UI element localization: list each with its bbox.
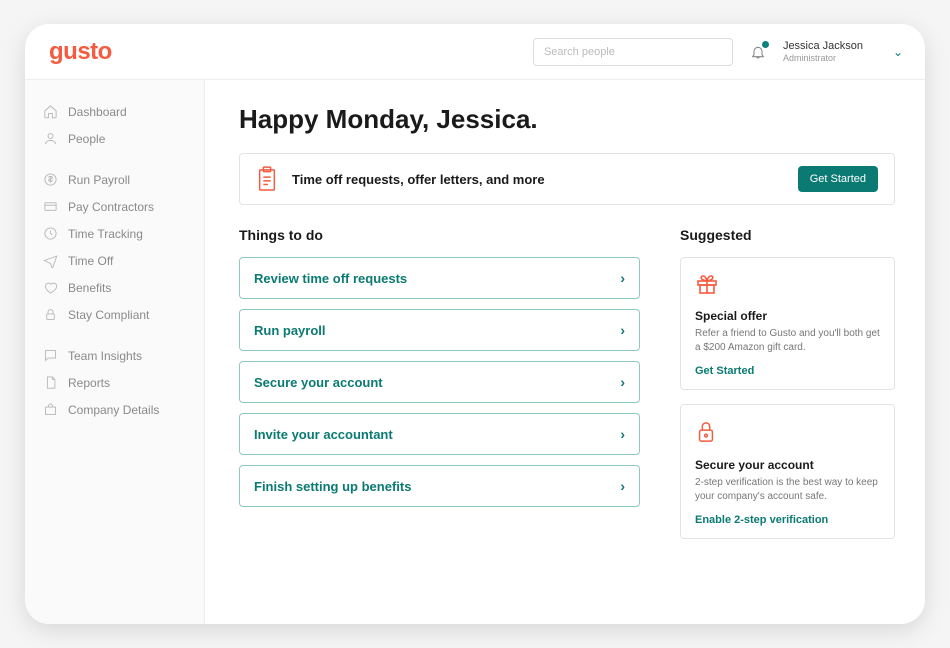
chevron-down-icon: ⌄ [889, 45, 907, 59]
doc-icon [43, 375, 58, 390]
plane-icon [43, 253, 58, 268]
nav-group-1: Dashboard People [25, 98, 204, 152]
sidebar-item-label: People [68, 132, 105, 146]
nav-group-2: Run Payroll Pay Contractors Time Trackin… [25, 166, 204, 328]
onboarding-banner: Time off requests, offer letters, and mo… [239, 153, 895, 205]
main: Happy Monday, Jessica. Time off requests… [205, 80, 925, 624]
todo-item-finish-benefits[interactable]: Finish setting up benefits › [239, 465, 640, 507]
body: Dashboard People Run Payroll Pay Contrac… [25, 80, 925, 624]
bag-icon [43, 402, 58, 417]
card-title: Secure your account [695, 458, 880, 472]
sidebar-item-label: Run Payroll [68, 173, 130, 187]
clock-icon [43, 226, 58, 241]
suggested-heading: Suggested [680, 227, 895, 243]
chevron-right-icon: › [620, 426, 625, 442]
todo-label: Invite your accountant [254, 427, 393, 442]
suggested-section: Suggested Special offer Refer a friend t… [680, 227, 895, 553]
todo-label: Secure your account [254, 375, 383, 390]
chevron-right-icon: › [620, 270, 625, 286]
sidebar-item-time-tracking[interactable]: Time Tracking [25, 220, 204, 247]
user-name: Jessica Jackson [783, 40, 873, 53]
things-to-do-heading: Things to do [239, 227, 640, 243]
sidebar-item-pay-contractors[interactable]: Pay Contractors [25, 193, 204, 220]
sidebar-item-label: Time Off [68, 254, 113, 268]
things-to-do-section: Things to do Review time off requests › … [239, 227, 640, 553]
sidebar-item-label: Benefits [68, 281, 111, 295]
heart-icon [43, 280, 58, 295]
card-link-get-started[interactable]: Get Started [695, 365, 880, 377]
page-title: Happy Monday, Jessica. [239, 104, 895, 135]
sidebar-item-reports[interactable]: Reports [25, 369, 204, 396]
user-role: Administrator [783, 53, 873, 63]
sidebar-item-team-insights[interactable]: Team Insights [25, 342, 204, 369]
card-link-enable-2step[interactable]: Enable 2-step verification [695, 514, 880, 526]
sidebar-item-dashboard[interactable]: Dashboard [25, 98, 204, 125]
sidebar-item-run-payroll[interactable]: Run Payroll [25, 166, 204, 193]
card-title: Special offer [695, 309, 880, 323]
sidebar-item-label: Pay Contractors [68, 200, 154, 214]
clipboard-icon [256, 166, 278, 192]
todo-item-invite-accountant[interactable]: Invite your accountant › [239, 413, 640, 455]
sidebar-item-label: Stay Compliant [68, 308, 149, 322]
sidebar-item-label: Time Tracking [68, 227, 143, 241]
gift-icon [695, 272, 880, 301]
card-icon [43, 199, 58, 214]
banner-text: Time off requests, offer letters, and mo… [292, 172, 784, 187]
sidebar-item-stay-compliant[interactable]: Stay Compliant [25, 301, 204, 328]
todo-label: Finish setting up benefits [254, 479, 411, 494]
sidebar-item-label: Team Insights [68, 349, 142, 363]
get-started-button[interactable]: Get Started [798, 166, 878, 192]
todo-item-review-time-off[interactable]: Review time off requests › [239, 257, 640, 299]
user-menu[interactable]: Jessica Jackson Administrator [783, 40, 873, 63]
logo: gusto [49, 38, 112, 66]
card-body: 2-step verification is the best way to k… [695, 476, 880, 504]
app-frame: gusto Jessica Jackson Administrator ⌄ Da… [25, 24, 925, 624]
suggested-card-secure-account: Secure your account 2-step verification … [680, 404, 895, 539]
dollar-icon [43, 172, 58, 187]
suggested-card-special-offer: Special offer Refer a friend to Gusto an… [680, 257, 895, 390]
topbar: gusto Jessica Jackson Administrator ⌄ [25, 24, 925, 80]
sidebar-item-time-off[interactable]: Time Off [25, 247, 204, 274]
search-input[interactable] [533, 38, 733, 66]
todo-label: Run payroll [254, 323, 326, 338]
notifications-button[interactable] [749, 43, 767, 61]
chevron-right-icon: › [620, 374, 625, 390]
sidebar-item-company-details[interactable]: Company Details [25, 396, 204, 423]
chevron-right-icon: › [620, 322, 625, 338]
sidebar-item-label: Reports [68, 376, 110, 390]
home-icon [43, 104, 58, 119]
chevron-right-icon: › [620, 478, 625, 494]
person-icon [43, 131, 58, 146]
sidebar-item-label: Dashboard [68, 105, 127, 119]
todo-item-run-payroll[interactable]: Run payroll › [239, 309, 640, 351]
todo-label: Review time off requests [254, 271, 407, 286]
lock-icon [43, 307, 58, 322]
sidebar-item-benefits[interactable]: Benefits [25, 274, 204, 301]
sidebar-item-people[interactable]: People [25, 125, 204, 152]
card-body: Refer a friend to Gusto and you'll both … [695, 327, 880, 355]
sidebar: Dashboard People Run Payroll Pay Contrac… [25, 80, 205, 624]
todo-item-secure-account[interactable]: Secure your account › [239, 361, 640, 403]
sidebar-item-label: Company Details [68, 403, 159, 417]
notification-badge [761, 40, 770, 49]
chat-icon [43, 348, 58, 363]
nav-group-3: Team Insights Reports Company Details [25, 342, 204, 423]
columns: Things to do Review time off requests › … [239, 227, 895, 553]
lock-icon [695, 419, 880, 450]
